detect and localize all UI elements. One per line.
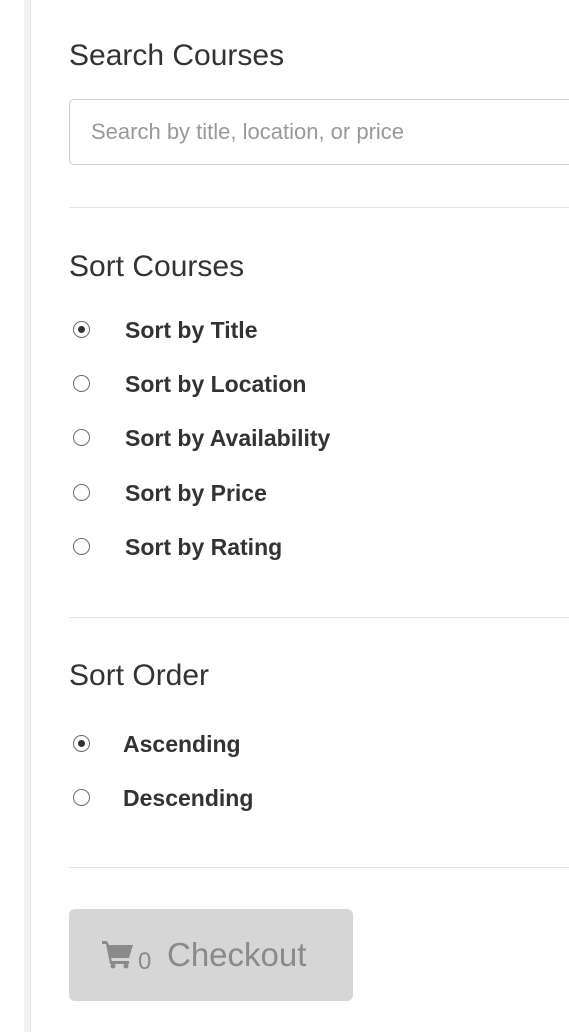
radio-button[interactable] — [73, 321, 90, 338]
radio-button[interactable] — [73, 429, 90, 446]
search-input[interactable] — [70, 100, 569, 164]
order-section-title: Sort Order — [69, 659, 210, 692]
order-option-label: Ascending — [123, 731, 241, 757]
section-divider — [69, 617, 569, 618]
sort-option-label: Sort by Location — [125, 371, 307, 397]
radio-button[interactable] — [73, 735, 90, 752]
order-option-label: Descending — [123, 785, 254, 811]
checkout-label: Checkout — [167, 936, 307, 973]
left-border — [24, 0, 31, 1032]
sort-option-label: Sort by Price — [125, 480, 267, 506]
page: Search Courses Sort Courses Sort by Titl… — [0, 0, 569, 1032]
checkout-button[interactable]: 0 Checkout — [69, 909, 353, 1001]
shopping-cart-icon — [102, 941, 133, 969]
sort-section-title: Sort Courses — [69, 250, 245, 283]
radio-button[interactable] — [73, 538, 90, 555]
radio-button[interactable] — [73, 789, 90, 806]
search-section-title: Search Courses — [69, 39, 285, 72]
section-divider — [69, 867, 569, 868]
cart-count-badge: 0 — [138, 948, 152, 975]
sort-option-label: Sort by Title — [125, 317, 258, 343]
sort-option-label: Sort by Availability — [125, 425, 331, 451]
sort-option-label: Sort by Rating — [125, 534, 283, 560]
radio-button[interactable] — [73, 375, 90, 392]
section-divider — [69, 207, 569, 208]
radio-button[interactable] — [73, 484, 90, 501]
search-field[interactable] — [69, 99, 569, 165]
